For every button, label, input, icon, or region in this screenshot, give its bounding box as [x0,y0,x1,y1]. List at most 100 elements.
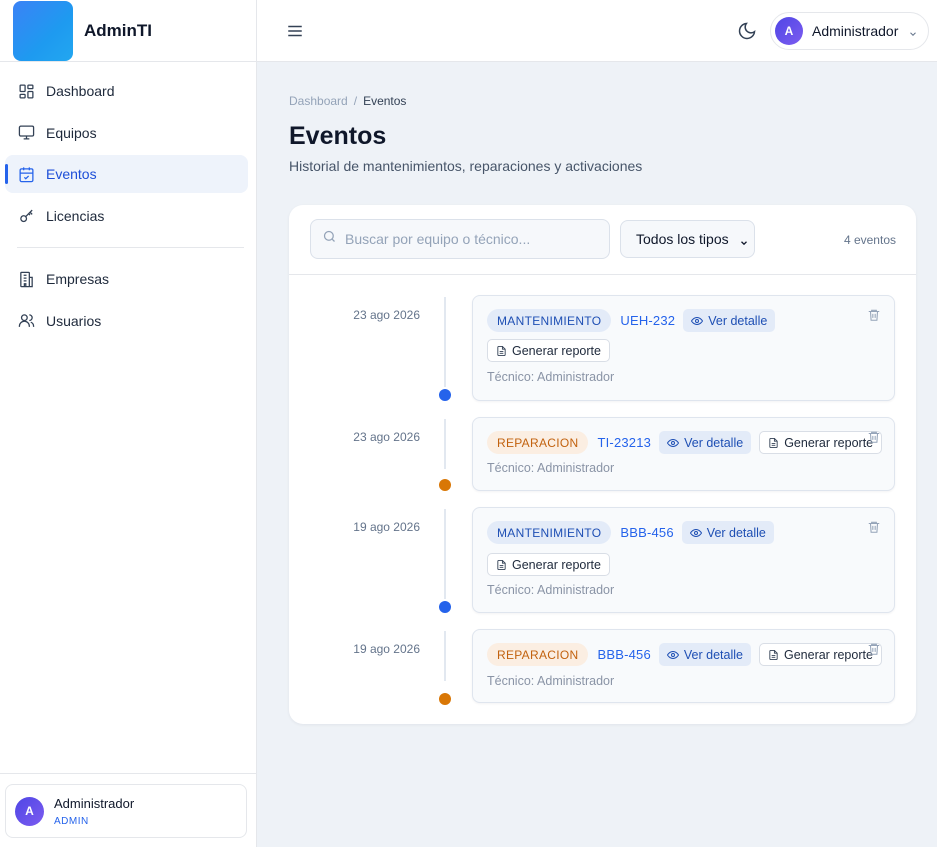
trash-icon[interactable] [867,308,881,322]
event-date: 19 ago 2026 [353,642,420,656]
generate-report-button[interactable]: Generar reporte [487,339,610,362]
event-type-badge: REPARACION [487,431,589,454]
timeline-dot [439,601,451,613]
sidebar-user-card[interactable]: A Administrador ADMIN [5,784,247,838]
generate-report-button[interactable]: Generar reporte [759,431,883,454]
sidebar-item-label: Equipos [46,124,97,141]
type-filter-value: Todos los tipos [636,231,729,247]
calendar-check-icon [17,165,35,183]
file-icon [769,649,778,660]
sidebar-item-eventos[interactable]: Eventos [5,155,248,194]
sidebar-item-label: Usuarios [46,312,102,329]
event-technician: Técnico: Administrador [487,370,615,384]
user-menu-name: Administrador [812,23,899,39]
sidebar: AdminTI Dashboard Equipos Eventos Licenc… [0,0,257,847]
sidebar-item-label: Dashboard [46,83,115,99]
sidebar-item-usuarios[interactable]: Usuarios [5,302,248,340]
main-content: Dashboard / Eventos Eventos Historial de… [257,62,937,847]
eye-icon [691,316,704,325]
event-card: MANTENIMIENTO UEH-232 Ver detalle Genera… [472,295,895,401]
timeline-dot [439,389,451,401]
event-equipment-code[interactable]: BBB-456 [620,525,673,540]
topbar: A Administrador [257,0,937,62]
eye-icon [667,438,680,447]
timeline-dot [439,479,451,491]
trash-icon[interactable] [867,520,881,534]
breadcrumb: Dashboard / Eventos [289,94,406,108]
timeline-dot [439,693,451,705]
sidebar-item-licencias[interactable]: Licencias [5,197,248,235]
event-date: 19 ago 2026 [353,520,420,534]
breadcrumb-current: Eventos [363,94,407,108]
brand: AdminTI [0,0,256,62]
event-card: REPARACION BBB-456 Ver detalle Generar r… [472,629,895,703]
event-card: MANTENIMIENTO BBB-456 Ver detalle Genera… [472,507,895,613]
sidebar-user-role: ADMIN [54,815,89,827]
event-type-badge: REPARACION [487,643,589,666]
event-date: 23 ago 2026 [353,430,420,444]
breadcrumb-separator: / [353,94,358,108]
filters-toolbar: Todos los tipos 4 eventos [289,205,916,275]
file-icon [497,345,506,356]
timeline-line [444,509,446,599]
view-detail-button[interactable]: Ver detalle [659,431,752,454]
event-equipment-code[interactable]: TI-23213 [597,435,651,450]
event-equipment-code[interactable]: BBB-456 [597,647,650,662]
event-type-badge: MANTENIMIENTO [487,521,612,544]
trash-icon[interactable] [867,430,881,444]
search-icon [322,229,337,249]
event-type-badge: MANTENIMIENTO [487,309,612,332]
view-detail-button[interactable]: Ver detalle [658,643,751,666]
chevron-down-icon [739,235,749,251]
sidebar-nav: Dashboard Equipos Eventos Licencias Empr… [0,62,256,340]
timeline-line [444,297,446,387]
avatar: A [15,796,44,826]
page-title: Eventos [289,122,387,150]
eye-icon [666,650,679,659]
generate-report-button[interactable]: Generar reporte [758,643,882,666]
logo [13,0,73,61]
event-technician: Técnico: Administrador [487,674,615,688]
breadcrumb-root[interactable]: Dashboard [289,94,348,108]
chevron-down-icon [908,26,918,36]
view-detail-button[interactable]: Ver detalle [681,521,774,544]
sidebar-item-equipos[interactable]: Equipos [5,114,248,152]
file-icon [497,559,506,570]
timeline-line [444,419,446,469]
avatar: A [775,17,803,45]
building-icon [17,270,35,288]
event-card: REPARACION TI-23213 Ver detalle Generar … [472,417,895,491]
trash-icon[interactable] [867,642,881,656]
users-icon [17,312,35,330]
sidebar-user-name: Administrador [54,795,135,811]
eye-icon [689,528,702,537]
search-box [310,219,610,259]
event-technician: Técnico: Administrador [487,461,615,475]
sidebar-divider [17,247,244,249]
sidebar-item-label: Licencias [46,208,105,225]
sidebar-item-dashboard[interactable]: Dashboard [5,72,248,110]
page-subtitle: Historial de mantenimientos, reparacione… [289,158,643,174]
view-detail-button[interactable]: Ver detalle [683,309,776,332]
event-date: 23 ago 2026 [353,308,420,322]
brand-name: AdminTI [84,20,152,40]
moon-icon[interactable] [737,21,757,41]
event-equipment-code[interactable]: UEH-232 [620,313,675,328]
sidebar-footer: A Administrador ADMIN [0,773,256,847]
monitor-icon [17,124,35,142]
search-input[interactable] [345,231,595,247]
generate-report-button[interactable]: Generar reporte [487,553,610,576]
events-card: Todos los tipos 4 eventos 23 ago 2026 MA… [289,205,916,724]
file-icon [769,437,778,448]
timeline-line [444,631,446,681]
grid-icon [17,82,35,100]
sidebar-item-label: Empresas [46,271,110,288]
sidebar-item-empresas[interactable]: Empresas [5,260,248,298]
type-filter-select[interactable]: Todos los tipos [620,220,755,258]
events-count: 4 eventos [843,233,896,247]
sidebar-item-label: Eventos [46,166,97,183]
event-technician: Técnico: Administrador [487,583,615,597]
key-icon [17,207,35,225]
hamburger-menu-icon[interactable] [286,22,304,40]
user-menu[interactable]: A Administrador [770,12,929,50]
